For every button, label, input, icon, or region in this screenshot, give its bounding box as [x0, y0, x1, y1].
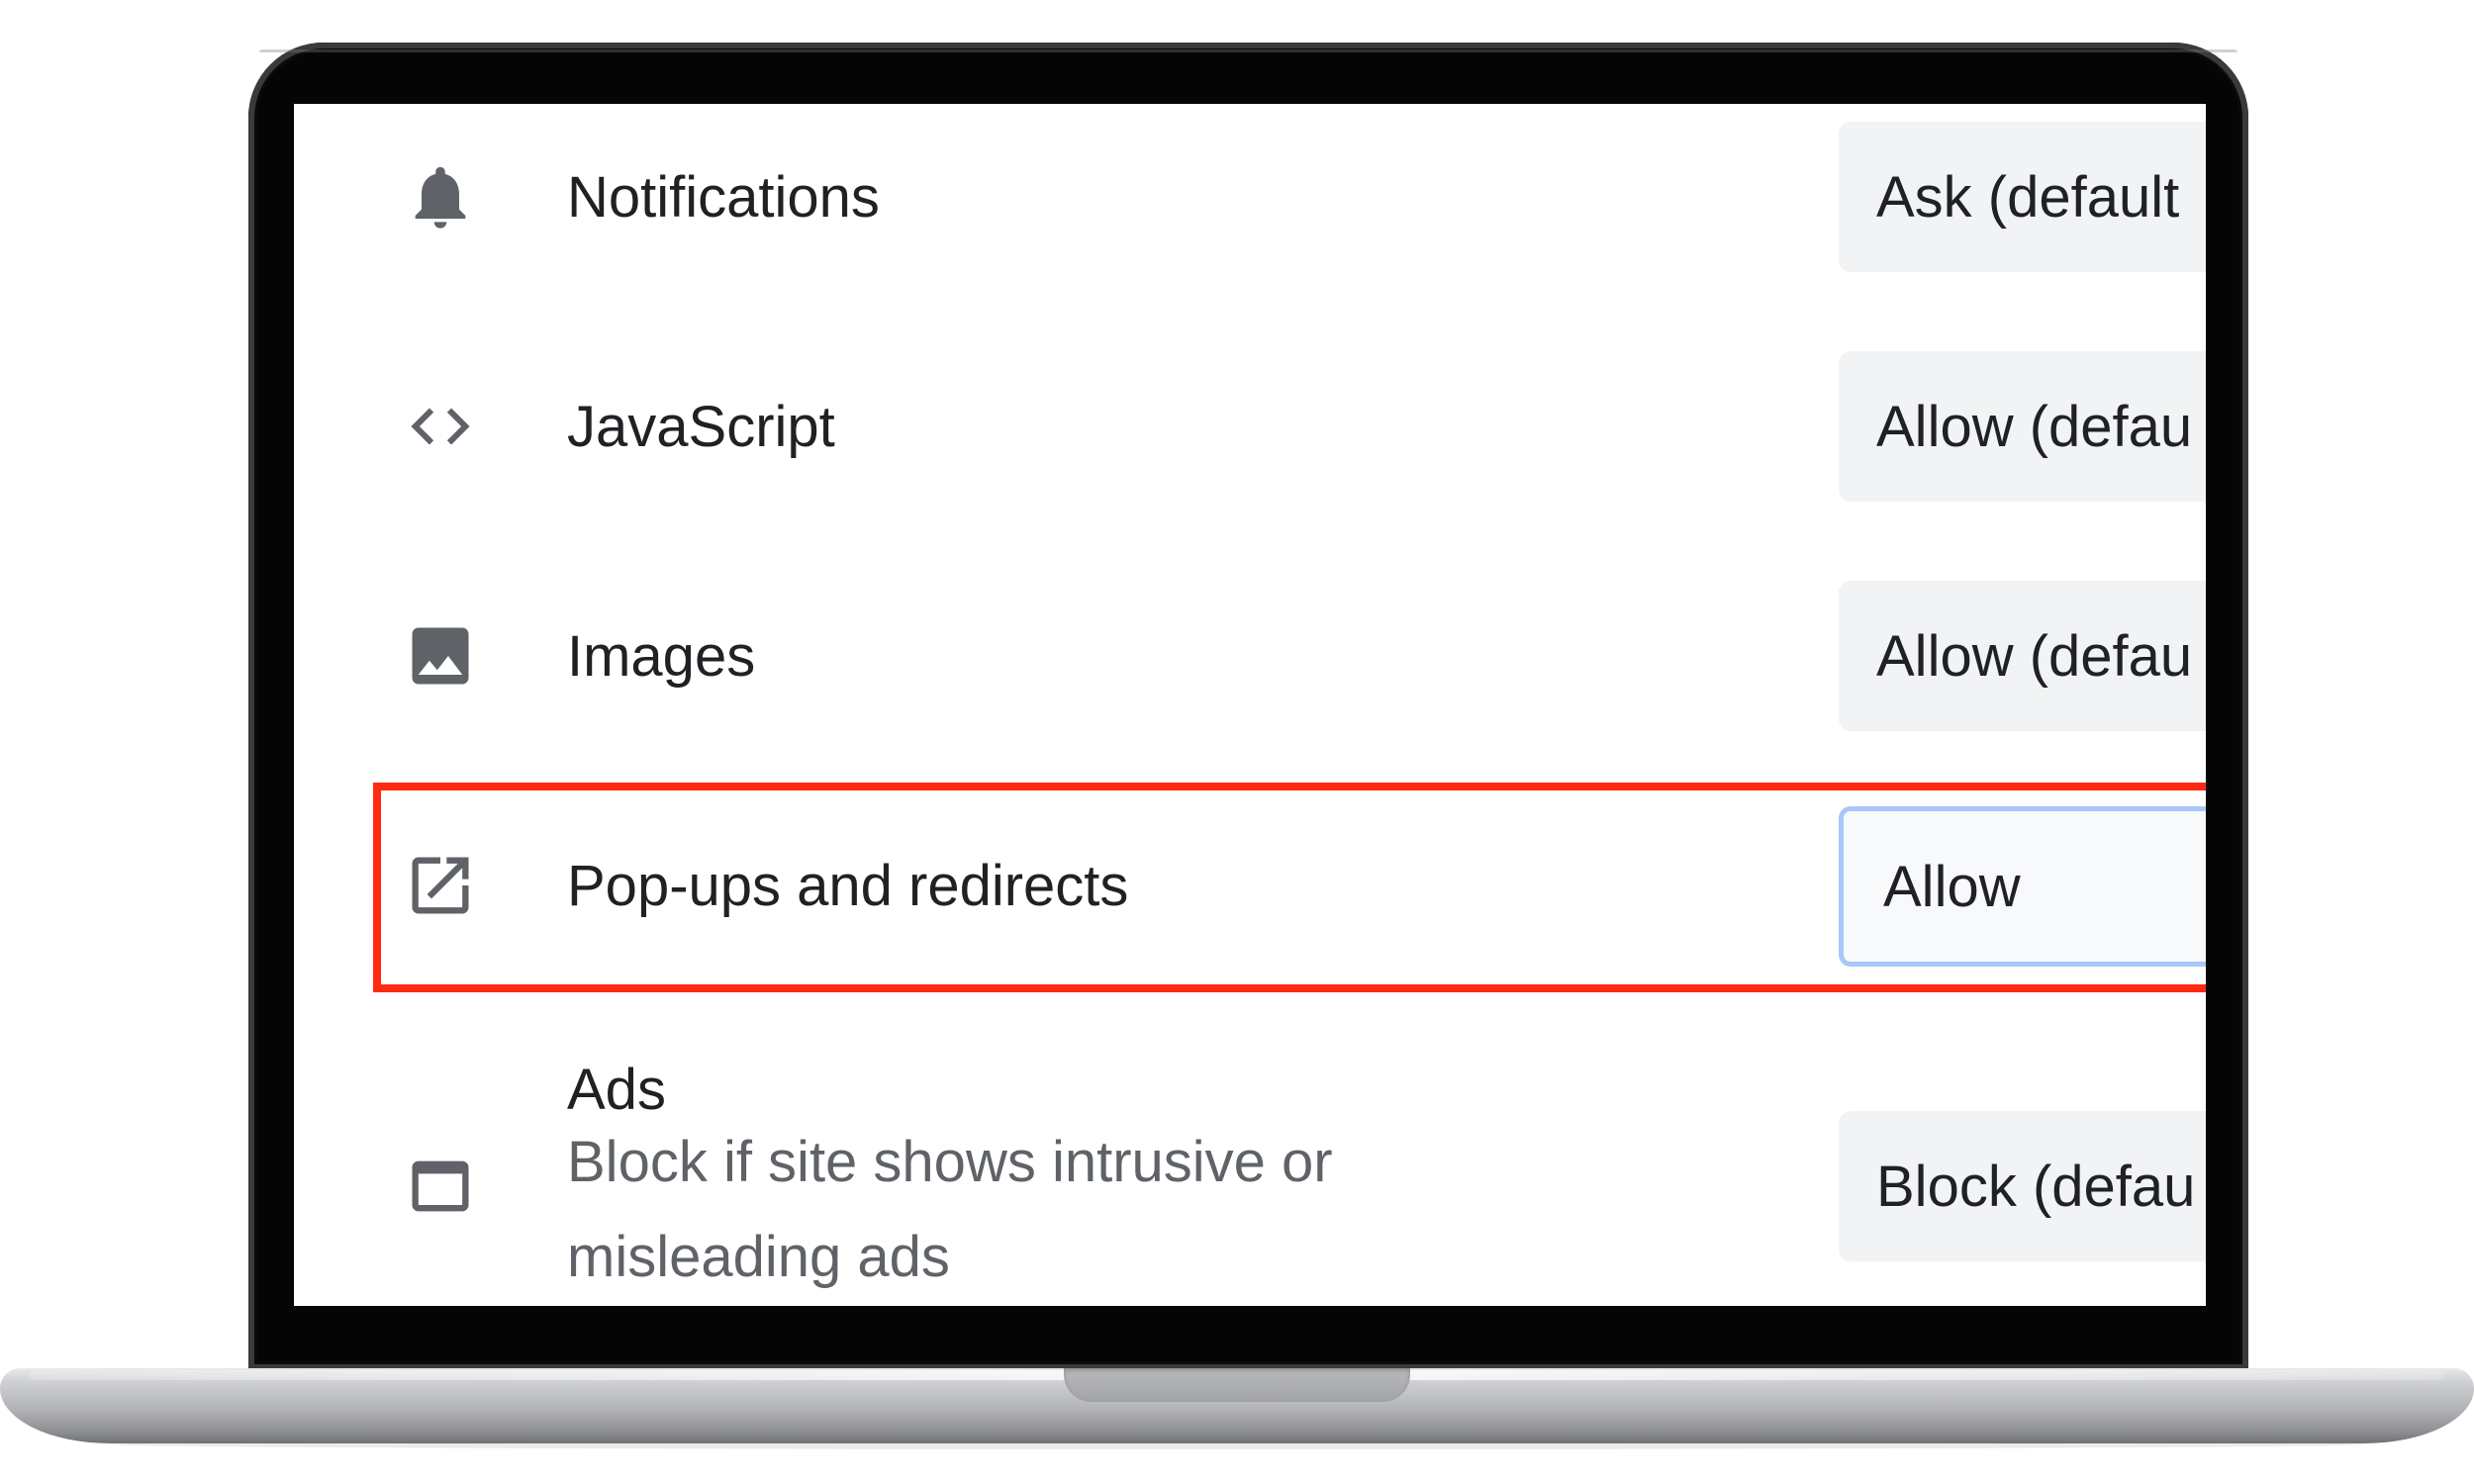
javascript-permission-select[interactable]: Allow (defau [1839, 351, 2206, 502]
image-icon [403, 618, 478, 694]
setting-row-ads: Ads Block if site shows intrusive or mis… [294, 1022, 2206, 1306]
open-in-new-icon [403, 848, 478, 923]
laptop-lid-edge [259, 49, 2237, 52]
laptop-opening-notch [1064, 1368, 1410, 1402]
bell-icon [403, 159, 478, 234]
setting-label-notifications: Notifications [567, 165, 880, 230]
popups-permission-select[interactable]: Allow [1839, 806, 2206, 967]
notifications-permission-select[interactable]: Ask (default [1839, 122, 2206, 272]
code-brackets-icon [403, 389, 478, 464]
setting-row-notifications: Notifications Ask (default [294, 104, 2206, 333]
images-permission-select[interactable]: Allow (defau [1839, 581, 2206, 731]
ads-permission-select[interactable]: Block (defau [1839, 1111, 2206, 1261]
browser-window-icon [403, 1149, 478, 1224]
site-settings-screen: Notifications Ask (default JavaScript Al… [294, 104, 2206, 1306]
setting-label-ads: Ads [567, 1058, 666, 1122]
setting-row-images: Images Allow (defau [294, 563, 2206, 792]
setting-row-javascript: JavaScript Allow (defau [294, 333, 2206, 563]
setting-label-popups-redirects: Pop-ups and redirects [567, 854, 1129, 918]
setting-description-ads: Block if site shows intrusive or mislead… [567, 1130, 1333, 1289]
setting-label-images: Images [567, 624, 756, 689]
setting-label-javascript: JavaScript [567, 395, 835, 459]
setting-row-popups-redirects: Pop-ups and redirects Allow [294, 792, 2206, 1022]
